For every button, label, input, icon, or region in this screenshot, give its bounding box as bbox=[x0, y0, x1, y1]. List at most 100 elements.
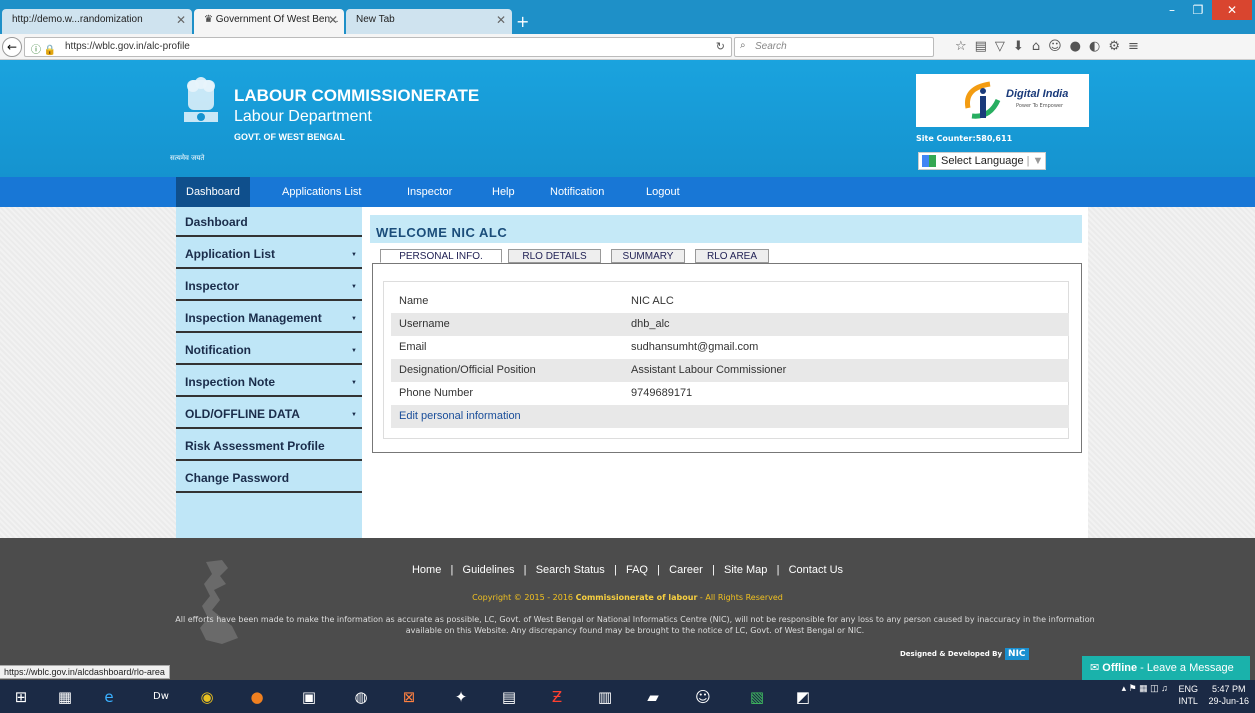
personal-info-table: Name NIC ALC Username dhb_alc Email sudhans… bbox=[383, 281, 1069, 439]
language-label: Select Language bbox=[941, 155, 1024, 167]
notes-icon[interactable]: ◩ bbox=[786, 683, 820, 711]
people-icon[interactable]: ☺ bbox=[686, 683, 720, 711]
clock-time: 5:47 PM bbox=[1211, 684, 1246, 694]
field-label: Name bbox=[399, 295, 429, 307]
reload-icon[interactable]: ↻ bbox=[716, 40, 725, 53]
postgres-icon[interactable]: ◍ bbox=[344, 683, 378, 711]
folder-icon[interactable]: ▰ bbox=[636, 683, 670, 711]
sidebar-item-notification[interactable]: Notification ▼ bbox=[176, 335, 362, 365]
sidebar-item-label: OLD/OFFLINE DATA bbox=[185, 407, 300, 421]
sidebar-item-old-offline-data[interactable]: OLD/OFFLINE DATA ▼ bbox=[176, 399, 362, 429]
sidebar-item-dashboard[interactable]: Dashboard bbox=[176, 207, 362, 237]
info-row-phone: Phone Number 9749689171 bbox=[391, 382, 1069, 405]
org-subtitle: Labour Department bbox=[234, 108, 372, 125]
sidebar-item-label: Application List bbox=[185, 247, 275, 261]
profile-panel: Name NIC ALC Username dhb_alc Email sudhans… bbox=[372, 263, 1082, 453]
chat-widget[interactable]: ✉ Offline - Leave a Message bbox=[1082, 656, 1250, 680]
sidebar-item-label: Dashboard bbox=[185, 215, 248, 229]
chevron-down-icon: | ▼ bbox=[1026, 155, 1044, 167]
url-text: https://wblc.gov.in/alc-profile bbox=[65, 41, 190, 52]
copyright-suffix: - All Rights Reserved bbox=[697, 593, 783, 602]
chrome-icon[interactable]: ◉ bbox=[190, 683, 224, 711]
app-icon[interactable]: ✦ bbox=[444, 683, 478, 711]
windows-start-icon[interactable]: ⊞ bbox=[4, 683, 38, 711]
welcome-heading: WELCOME NIC ALC bbox=[370, 215, 1082, 243]
main-menu: Dashboard Applications List Inspector He… bbox=[0, 177, 1255, 207]
sidebar-item-inspector[interactable]: Inspector ▼ bbox=[176, 271, 362, 301]
close-tab-icon[interactable]: ✕ bbox=[328, 13, 338, 27]
field-value: NIC ALC bbox=[631, 295, 674, 307]
filezilla-icon[interactable]: Ƶ bbox=[540, 683, 574, 711]
new-tab-icon[interactable]: + bbox=[516, 12, 529, 31]
menu-dashboard[interactable]: Dashboard bbox=[176, 177, 250, 207]
field-value: Assistant Labour Commissioner bbox=[631, 364, 787, 376]
language-select[interactable]: Select Language | ▼ bbox=[918, 152, 1046, 170]
tray-icons[interactable]: ▴ ⚑ ▦ ◫ ♫ bbox=[1122, 683, 1168, 693]
sidebar-item-inspection-management[interactable]: Inspection Management ▼ bbox=[176, 303, 362, 333]
browser-tab-bar: http://demo.w...randomization ✕ ♛ Governm… bbox=[0, 0, 1255, 34]
copyright-org: Commissionerate of labour bbox=[575, 593, 698, 602]
maximize-icon[interactable]: ❐ bbox=[1184, 0, 1212, 20]
menu-logout[interactable]: Logout bbox=[636, 177, 690, 207]
database-icon[interactable]: ▤ bbox=[492, 683, 526, 711]
digital-india-icon bbox=[964, 81, 1001, 119]
back-icon[interactable]: ← bbox=[2, 37, 22, 57]
xampp-icon[interactable]: ⊠ bbox=[392, 683, 426, 711]
clock[interactable]: 5:47 PM 29-Jun-16 bbox=[1208, 683, 1249, 707]
copyright-prefix: Copyright © 2015 - 2016 bbox=[472, 593, 576, 602]
tab-rlo-details[interactable]: RLO DETAILS bbox=[508, 249, 601, 263]
info-row-email: Email sudhansumht@gmail.com bbox=[391, 336, 1069, 359]
caret-down-icon: ▼ bbox=[351, 348, 357, 354]
browser-tab[interactable]: New Tab ✕ bbox=[346, 9, 512, 34]
tab-personal-info[interactable]: PERSONAL INFO. bbox=[380, 249, 502, 263]
page: LABOUR COMMISSIONERATE Labour Department… bbox=[0, 60, 1255, 692]
search-input[interactable]: ⌕ Search bbox=[734, 37, 934, 57]
emblem-logo bbox=[184, 77, 218, 122]
caret-down-icon: ▼ bbox=[351, 252, 357, 258]
chat-message: - Leave a Message bbox=[1137, 662, 1234, 674]
close-window-icon[interactable]: ✕ bbox=[1212, 0, 1252, 20]
close-tab-icon[interactable]: ✕ bbox=[176, 13, 186, 27]
tab-title: New Tab bbox=[356, 14, 395, 25]
file-explorer-icon[interactable]: ▦ bbox=[48, 683, 82, 711]
tab-rlo-area[interactable]: RLO AREA bbox=[695, 249, 769, 263]
org-govt: GOVT. OF WEST BENGAL bbox=[234, 132, 346, 142]
sidebar-item-application-list[interactable]: Application List ▼ bbox=[176, 239, 362, 269]
minimize-icon[interactable]: – bbox=[1158, 0, 1186, 20]
digital-india-tagline: Power To Empower bbox=[1016, 103, 1064, 109]
site-footer: Home | Guidelines | Search Status | FAQ … bbox=[0, 538, 1255, 692]
sidebar-item-change-password[interactable]: Change Password bbox=[176, 463, 362, 493]
internet-explorer-icon[interactable]: e bbox=[92, 683, 126, 711]
field-label: Designation/Official Position bbox=[399, 364, 536, 376]
field-label: Email bbox=[399, 341, 427, 353]
language-indicator[interactable]: ENG INTL bbox=[1178, 683, 1198, 707]
firefox-icon[interactable]: ● bbox=[240, 683, 274, 711]
sidebar-item-risk-assessment-profile[interactable]: Risk Assessment Profile bbox=[176, 431, 362, 461]
excel-icon[interactable]: ▧ bbox=[740, 683, 774, 711]
field-label: Username bbox=[399, 318, 450, 330]
close-tab-icon[interactable]: ✕ bbox=[496, 13, 506, 27]
footer-links[interactable]: Home | Guidelines | Search Status | FAQ … bbox=[0, 564, 1255, 576]
menu-applications-list[interactable]: Applications List bbox=[272, 177, 372, 207]
toolbar-icons[interactable]: ☆▤▽⬇⌂☺●◐⚙≡ bbox=[955, 39, 1147, 54]
word-icon[interactable]: ▥ bbox=[588, 683, 622, 711]
lang-layout: INTL bbox=[1178, 696, 1198, 706]
browser-tab-active[interactable]: ♛ Government Of West Ben... ✕ bbox=[194, 9, 344, 34]
digital-india-logo: Digital India Power To Empower bbox=[916, 74, 1089, 127]
menu-notification[interactable]: Notification bbox=[540, 177, 614, 207]
search-placeholder: Search bbox=[755, 41, 787, 52]
browser-tab[interactable]: http://demo.w...randomization ✕ bbox=[2, 9, 192, 34]
field-value: dhb_alc bbox=[631, 318, 670, 330]
edit-personal-info-link[interactable]: Edit personal information bbox=[399, 410, 521, 422]
search-icon: ⌕ bbox=[740, 40, 746, 51]
url-bar[interactable]: ⓘ 🔒 https://wblc.gov.in/alc-profile ↻ bbox=[24, 37, 732, 57]
taskbar: ⊞ ▦ e Dw ◉ ● ▣ ◍ ⊠ ✦ ▤ Ƶ ▥ ▰ ☺ ▧ ◩ ▴ ⚑ ▦… bbox=[0, 680, 1255, 713]
tab-title: Government Of West Ben... bbox=[215, 14, 339, 25]
menu-help[interactable]: Help bbox=[482, 177, 525, 207]
dreamweaver-icon[interactable]: Dw bbox=[144, 683, 178, 711]
store-icon[interactable]: ▣ bbox=[292, 683, 326, 711]
sidebar-item-inspection-note[interactable]: Inspection Note ▼ bbox=[176, 367, 362, 397]
menu-inspector[interactable]: Inspector bbox=[397, 177, 462, 207]
tab-summary[interactable]: SUMMARY bbox=[611, 249, 685, 263]
copyright: Copyright © 2015 - 2016 Commissionerate … bbox=[0, 593, 1255, 602]
